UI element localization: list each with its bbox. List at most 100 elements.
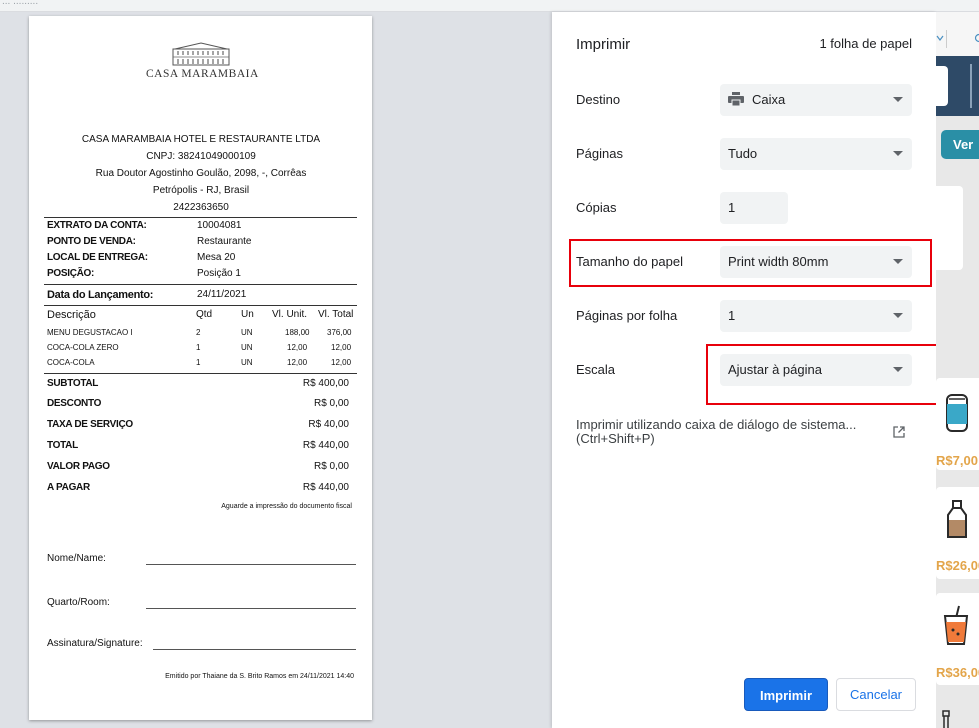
item-unit: 12,00 [287,358,308,367]
copies-label: Cópias [576,200,617,215]
column-header-unit: Vl. Unit. [272,309,308,320]
emitted-by: Emitido por Thaiane da S. Brito Ramos em… [165,673,354,680]
date-value: 24/11/2021 [197,289,247,300]
chevron-down-icon [936,35,944,41]
subtotal-label: SUBTOTAL [47,378,99,389]
paper-size-select[interactable]: Print width 80mm [720,246,912,278]
to-pay-value: R$ 440,00 [302,482,349,493]
field-value: 10004081 [197,220,242,231]
signature-room-label: Quarto/Room: [47,597,110,608]
browser-top-strip: ... ......... [0,0,979,12]
subtotal-value: R$ 400,00 [302,378,349,389]
toolbar-separator [946,30,947,48]
chevron-down-icon [893,313,903,318]
background-input [936,66,948,106]
column-header-qtd: Qtd [196,309,213,320]
destination-value: Caixa [752,92,786,107]
background-toolbar [936,12,979,56]
signature-line [146,608,356,609]
chevron-down-icon [893,367,903,372]
paid-value: R$ 0,00 [313,461,349,472]
item-total: 12,00 [331,358,352,367]
service-fee-label: TAXA DE SERVIÇO [47,419,133,430]
company-address: Rua Doutor Agostinho Goulão, 2098, -, Co… [95,168,307,179]
field-value: Posição 1 [197,268,241,279]
chevron-down-icon [893,259,903,264]
juice-icon [943,605,969,645]
pages-per-sheet-select[interactable]: 1 [720,300,912,332]
background-separator [970,64,972,108]
pages-label: Páginas [576,146,623,161]
item-un: UN [241,328,253,337]
logo-text: CASA MARAMBAIA [146,68,259,80]
divider [44,217,357,218]
company-phone: 2422363650 [173,202,229,213]
pages-per-sheet-value: 1 [728,308,736,323]
field-value: Mesa 20 [197,252,236,263]
destination-select[interactable]: Caixa [720,84,912,116]
service-fee-value: R$ 40,00 [308,419,349,430]
chevron-down-icon [893,151,903,156]
company-cnpj: CNPJ: 38241049000109 [146,151,256,162]
destination-label: Destino [576,92,621,107]
hotel-logo: CASA MARAMBAIA [146,42,259,88]
company-name: CASA MARAMBAIA HOTEL E RESTAURANTE LTDA [81,134,321,145]
field-value: Restaurante [197,236,252,247]
open-external-icon[interactable] [893,426,905,438]
item-qtd: 2 [196,328,201,337]
item-desc: COCA-COLA [47,358,95,367]
to-pay-label: A PAGAR [47,482,90,493]
signature-line [146,564,356,565]
dialog-title: Imprimir [576,36,631,53]
column-header-desc: Descrição [47,309,96,321]
signature-line [153,649,356,650]
item-unit: 188,00 [285,328,310,337]
total-value: R$ 440,00 [302,440,349,451]
can-icon [946,394,968,432]
divider [44,284,357,285]
item-unit: 12,00 [287,343,308,352]
paper-size-value: Print width 80mm [728,254,829,269]
receipt-preview: CASA MARAMBAIA CASA MARAMBAIA HOTEL E RE… [29,16,372,720]
field-label: PONTO DE VENDA: [47,236,136,247]
pages-select[interactable]: Tudo [720,138,912,170]
print-settings-panel: Imprimir 1 folha de papel Destino Caixa … [552,12,938,728]
system-dialog-text: Imprimir utilizando caixa de diálogo de … [576,417,857,432]
bottle-icon [947,500,967,538]
ver-button[interactable]: Ver [941,130,979,159]
column-header-un: Un [241,309,254,320]
item-un: UN [241,343,253,352]
paid-label: VALOR PAGO [47,461,110,472]
field-label: EXTRATO DA CONTA: [47,220,147,231]
date-label: Data do Lançamento: [47,289,154,301]
print-button[interactable]: Imprimir [744,678,828,711]
divider [44,373,357,374]
printer-icon [728,92,744,107]
top-strip-text: ... ......... [2,0,39,7]
field-label: LOCAL DE ENTREGA: [47,252,148,263]
cancel-button[interactable]: Cancelar [836,678,916,711]
item-un: UN [241,358,253,367]
bottle-icon [942,710,950,728]
product-price: R$36,00 [936,665,979,680]
total-label: TOTAL [47,440,78,451]
scale-label: Escala [576,362,616,377]
search-icon [974,33,979,43]
chevron-down-icon [893,97,903,102]
paper-size-label: Tamanho do papel [576,254,683,269]
building-icon [172,42,230,66]
discount-label: DESCONTO [47,398,102,409]
copies-input[interactable]: 1 [720,192,788,224]
pages-per-sheet-label: Páginas por folha [576,308,678,323]
print-preview-area[interactable]: CASA MARAMBAIA CASA MARAMBAIA HOTEL E RE… [0,12,552,728]
scale-select[interactable]: Ajustar à página [720,354,912,386]
field-label: POSIÇÃO: [47,268,95,279]
company-city: Petrópolis - RJ, Brasil [152,185,250,196]
signature-sign-label: Assinatura/Signature: [47,638,143,649]
discount-value: R$ 0,00 [313,398,349,409]
system-dialog-shortcut: (Ctrl+Shift+P) [576,431,655,446]
background-card [936,186,963,270]
sheet-count: 1 folha de papel [819,36,912,51]
system-dialog-link[interactable]: Imprimir utilizando caixa de diálogo de … [576,418,856,446]
item-qtd: 1 [196,343,201,352]
